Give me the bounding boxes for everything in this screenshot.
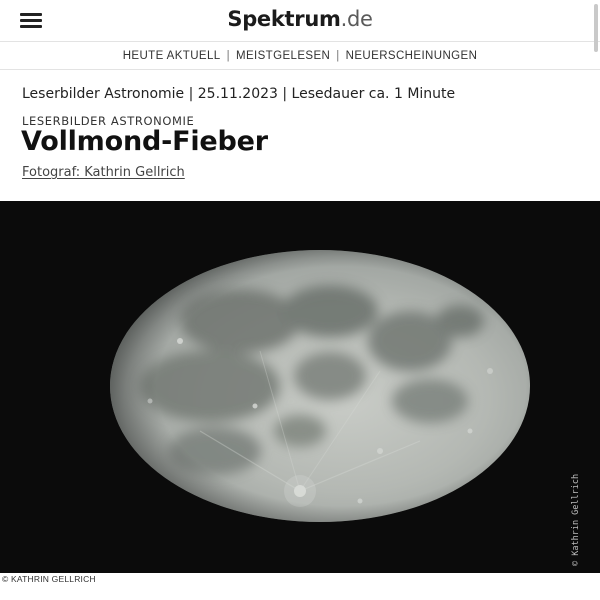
watermark-text: © Kathrin Gellrich [571,473,581,566]
article-photo[interactable] [0,201,600,573]
section-nav: HEUTE AKTUELL | MEISTGELESEN | NEUERSCHEINUN… [0,43,600,70]
nav-heute-aktuell[interactable]: HEUTE AKTUELL [123,50,221,62]
article-title: Vollmond-Fieber [21,126,268,157]
nav-separator: | [336,50,340,62]
nav-neuerscheinungen[interactable]: NEUERSCHEINUNGEN [346,50,478,62]
moon-image [0,201,600,573]
nav-meistgelesen[interactable]: MEISTGELESEN [236,50,330,62]
article-meta: Leserbilder Astronomie | 25.11.2023 | Le… [22,86,456,102]
photo-watermark: © Kathrin Gellrich [568,474,582,568]
site-logo[interactable]: Spektrum.de [0,7,600,31]
top-bar: Spektrum.de [0,0,600,42]
photo-caption: © KATHRIN GELLRICH [2,574,96,584]
photographer-link[interactable]: Fotograf: Kathrin Gellrich [22,165,185,180]
nav-separator: | [226,50,230,62]
logo-brand: Spektrum [227,7,341,31]
logo-tld: .de [340,7,373,31]
